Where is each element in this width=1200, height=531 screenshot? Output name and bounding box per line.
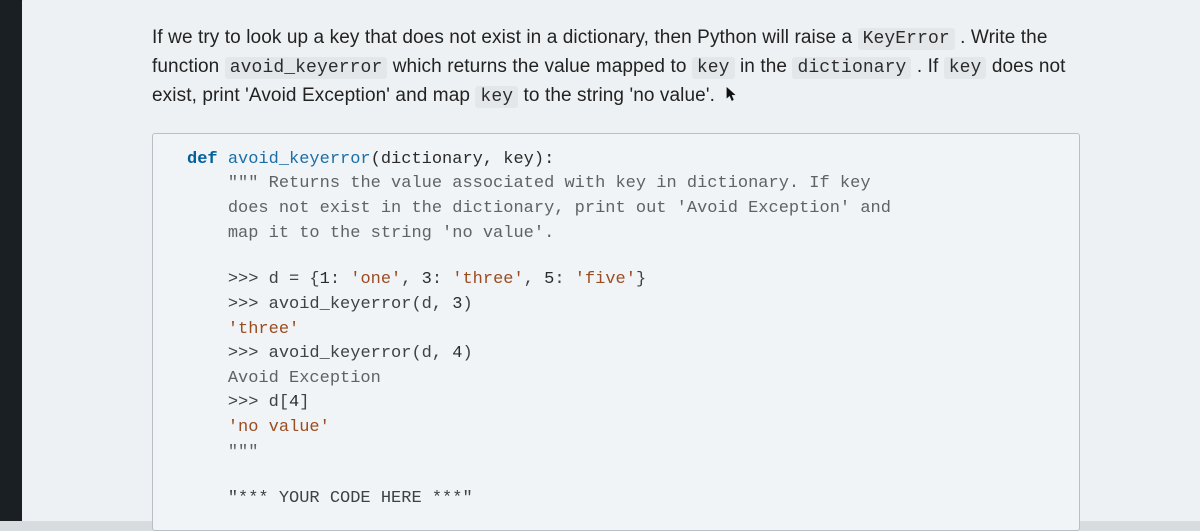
- code-keyword-def: def: [187, 150, 218, 169]
- code-text: }: [636, 270, 646, 289]
- code-text: :: [432, 270, 452, 289]
- code-number: 3: [452, 295, 462, 314]
- text-segment: in the: [735, 56, 793, 77]
- code-string: 'one': [350, 270, 401, 289]
- inline-code-keyerror: KeyError: [858, 28, 955, 50]
- inline-code-key: key: [944, 57, 987, 79]
- code-number: 5: [544, 270, 554, 289]
- code-docstring-close: """: [228, 443, 259, 462]
- code-signature-tail: (dictionary, key):: [371, 150, 555, 169]
- code-repl-prompt: >>>: [228, 270, 269, 289]
- code-text: ): [462, 295, 472, 314]
- code-repl-prompt: >>>: [228, 295, 269, 314]
- code-text: avoid_keyerror(d,: [269, 295, 453, 314]
- code-func-name: avoid_keyerror: [228, 150, 371, 169]
- inline-code-key: key: [475, 86, 518, 108]
- code-text: ): [462, 344, 472, 363]
- code-string: 'five': [575, 270, 636, 289]
- mouse-cursor-icon: [726, 86, 736, 102]
- code-number: 4: [289, 393, 299, 412]
- left-dark-strip: [0, 0, 22, 521]
- text-segment: . If: [911, 56, 943, 77]
- code-docstring-line: Returns the value associated with key in…: [258, 174, 870, 193]
- code-output-string: 'no value': [228, 418, 330, 437]
- document-page: If we try to look up a key that does not…: [22, 0, 1200, 521]
- code-output-string: 'three': [228, 320, 299, 339]
- code-placeholder: "*** YOUR CODE HERE ***": [228, 489, 473, 508]
- code-docstring-line: does not exist in the dictionary, print …: [228, 199, 891, 218]
- code-text: d[: [269, 393, 289, 412]
- code-docstring-open: """: [228, 174, 259, 193]
- code-number: 3: [422, 270, 432, 289]
- problem-statement: If we try to look up a key that does not…: [152, 24, 1080, 111]
- text-segment: which returns the value mapped to: [387, 56, 692, 77]
- code-text: :: [330, 270, 350, 289]
- inline-code-dictionary: dictionary: [792, 57, 911, 79]
- text-segment: to the string 'no value'.: [518, 85, 715, 106]
- code-repl-prompt: >>>: [228, 344, 269, 363]
- code-text: ,: [524, 270, 544, 289]
- code-repl-prompt: >>>: [228, 393, 269, 412]
- code-output-text: Avoid Exception: [228, 369, 381, 388]
- code-number: 4: [452, 344, 462, 363]
- code-string: 'three': [452, 270, 523, 289]
- code-text: d = {: [269, 270, 320, 289]
- code-text: avoid_keyerror(d,: [269, 344, 453, 363]
- code-text: ]: [299, 393, 309, 412]
- inline-code-key: key: [692, 57, 735, 79]
- code-text: :: [554, 270, 574, 289]
- code-docstring-line: map it to the string 'no value'.: [228, 224, 554, 243]
- code-text: ,: [401, 270, 421, 289]
- code-number: 1: [320, 270, 330, 289]
- code-block: def avoid_keyerror(dictionary, key): """…: [152, 133, 1080, 531]
- inline-code-funcname: avoid_keyerror: [225, 57, 388, 79]
- text-segment: If we try to look up a key that does not…: [152, 27, 858, 48]
